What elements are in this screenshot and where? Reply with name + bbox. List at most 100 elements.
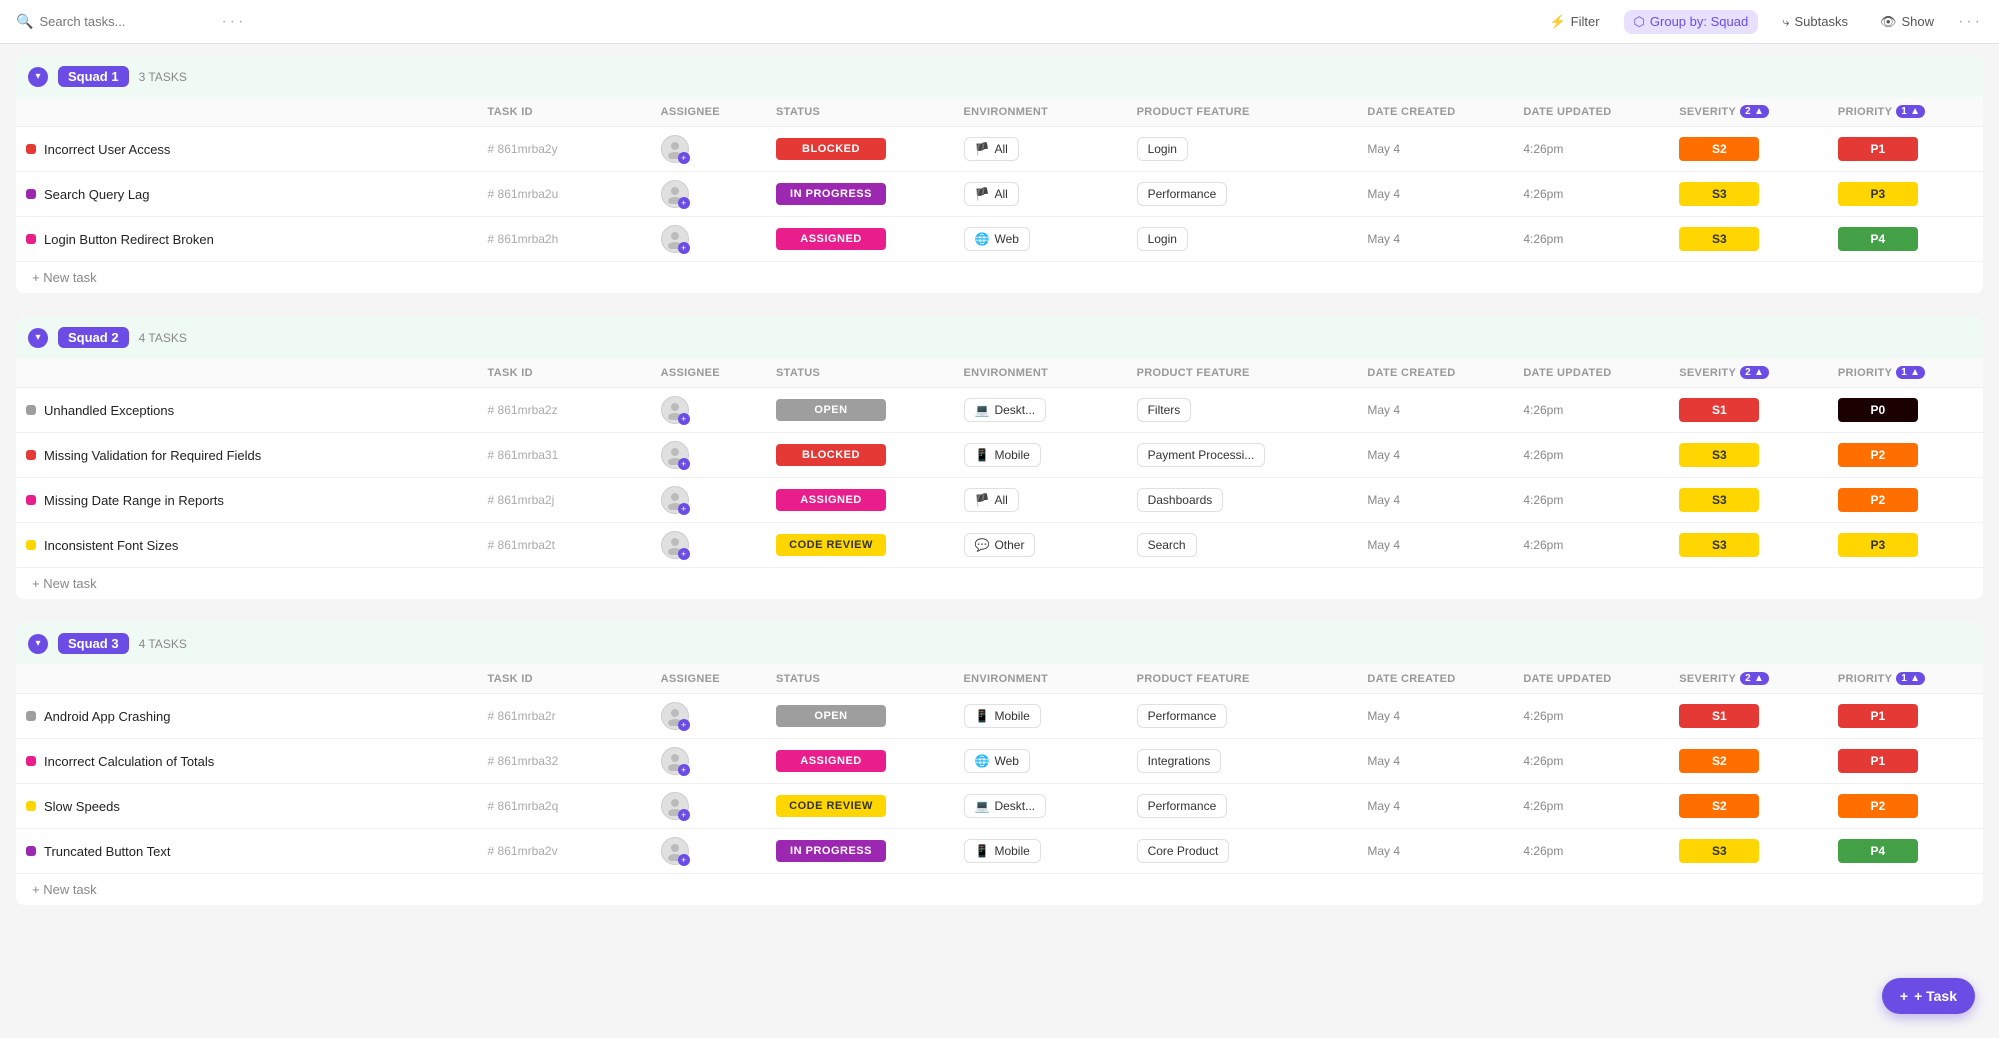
feature-badge[interactable]: Search <box>1137 533 1197 557</box>
environment-badge[interactable]: 🏴 All <box>964 488 1019 512</box>
environment-badge[interactable]: 🏴 All <box>964 182 1019 206</box>
col-header-date-created: DATE CREATED <box>1357 97 1513 127</box>
assignee-add-icon[interactable]: + <box>678 764 690 776</box>
env-icon: 💻 <box>975 799 990 813</box>
environment-cell: 🏴 All <box>954 127 1127 172</box>
assignee-add-icon[interactable]: + <box>678 242 690 254</box>
show-label: Show <box>1901 14 1934 29</box>
task-name-cell: Missing Date Range in Reports <box>16 478 478 523</box>
assignee-add-icon[interactable]: + <box>678 719 690 731</box>
environment-cell: 💻 Deskt... <box>954 388 1127 433</box>
filter-button[interactable]: ⚡ Filter <box>1541 10 1607 34</box>
show-button[interactable]: 👁 Show <box>1872 10 1942 34</box>
assignee-add-icon[interactable]: + <box>678 854 690 866</box>
assignee-add-icon[interactable]: + <box>678 548 690 560</box>
assignee-add-icon[interactable]: + <box>678 413 690 425</box>
task-name-cell: Incorrect Calculation of Totals <box>16 739 478 784</box>
avatar: + <box>661 486 689 514</box>
env-label: Deskt... <box>994 403 1035 417</box>
task-name-cell: Inconsistent Font Sizes <box>16 523 478 568</box>
environment-badge[interactable]: 🌐 Web <box>964 227 1030 251</box>
task-name-cell: Search Query Lag <box>16 172 478 217</box>
search-icon: 🔍 <box>16 13 33 30</box>
col-header-product-feature: PRODUCT FEATURE <box>1127 97 1358 127</box>
environment-badge[interactable]: 📱 Mobile <box>964 704 1041 728</box>
environment-cell: 📱 Mobile <box>954 433 1127 478</box>
search-input[interactable] <box>39 14 215 29</box>
env-label: Mobile <box>994 448 1029 462</box>
env-icon: 💻 <box>975 403 990 417</box>
feature-badge[interactable]: Performance <box>1137 704 1228 728</box>
squad-collapse-3[interactable]: ▾ <box>28 634 48 654</box>
date-created-cell: May 4 <box>1357 829 1513 874</box>
feature-badge[interactable]: Payment Processi... <box>1137 443 1266 467</box>
assignee-cell: + <box>651 784 766 829</box>
task-name-text: Missing Validation for Required Fields <box>44 448 261 463</box>
environment-cell: 💻 Deskt... <box>954 784 1127 829</box>
environment-badge[interactable]: 🏴 All <box>964 137 1019 161</box>
priority-badge: P3 <box>1838 182 1918 206</box>
priority-cell: P4 <box>1828 829 1983 874</box>
assignee-add-icon[interactable]: + <box>678 197 690 209</box>
avatar: + <box>661 837 689 865</box>
col-header-priority: PRIORITY 1 ▲ <box>1828 664 1983 694</box>
feature-badge[interactable]: Performance <box>1137 182 1228 206</box>
new-task-button[interactable]: + New task <box>16 568 1983 599</box>
environment-cell: 💬 Other <box>954 523 1127 568</box>
filter-icon: ⚡ <box>1549 14 1565 30</box>
environment-badge[interactable]: 📱 Mobile <box>964 839 1041 863</box>
task-id-cell: # 861mrba31 <box>478 433 651 478</box>
assignee-add-icon[interactable]: + <box>678 503 690 515</box>
environment-badge[interactable]: 🌐 Web <box>964 749 1030 773</box>
feature-cell: Dashboards <box>1127 478 1358 523</box>
col-header-priority: PRIORITY 1 ▲ <box>1828 358 1983 388</box>
new-task-button[interactable]: + New task <box>16 262 1983 293</box>
feature-badge[interactable]: Core Product <box>1137 839 1230 863</box>
priority-badge: P4 <box>1838 227 1918 251</box>
priority-badge: P3 <box>1838 533 1918 557</box>
group-by-button[interactable]: ⬡ Group by: Squad <box>1624 10 1759 34</box>
priority-badge: P4 <box>1838 839 1918 863</box>
feature-cell: Payment Processi... <box>1127 433 1358 478</box>
table-row: Android App Crashing # 861mrba2r + OPEN <box>16 694 1983 739</box>
assignee-cell: + <box>651 433 766 478</box>
assignee-cell: + <box>651 217 766 262</box>
more-options-icon[interactable]: ··· <box>221 13 246 31</box>
feature-badge[interactable]: Login <box>1137 137 1188 161</box>
environment-badge[interactable]: 💻 Deskt... <box>964 398 1047 422</box>
assignee-add-icon[interactable]: + <box>678 458 690 470</box>
status-cell: IN PROGRESS <box>766 829 954 874</box>
col-header-task-id: TASK ID <box>478 664 651 694</box>
priority-cell: P2 <box>1828 478 1983 523</box>
environment-badge[interactable]: 💬 Other <box>964 533 1036 557</box>
new-task-button[interactable]: + New task <box>16 874 1983 905</box>
assignee-add-icon[interactable]: + <box>678 809 690 821</box>
squad-collapse-1[interactable]: ▾ <box>28 67 48 87</box>
col-header-status: STATUS <box>766 358 954 388</box>
environment-badge[interactable]: 💻 Deskt... <box>964 794 1047 818</box>
severity-cell: S2 <box>1669 784 1828 829</box>
top-bar-more-icon[interactable]: ··· <box>1958 13 1983 31</box>
main-content: ▾ Squad 1 3 TASKS TASK ID ASSIGNEE STATU… <box>0 44 1999 1038</box>
feature-badge[interactable]: Filters <box>1137 398 1192 422</box>
squad-collapse-2[interactable]: ▾ <box>28 328 48 348</box>
feature-badge[interactable]: Dashboards <box>1137 488 1224 512</box>
severity-badge: S3 <box>1679 182 1759 206</box>
subtasks-button[interactable]: ⤷ Subtasks <box>1774 10 1856 34</box>
squad-header-3: ▾ Squad 3 4 TASKS <box>16 623 1983 664</box>
task-name-text: Unhandled Exceptions <box>44 403 174 418</box>
feature-badge[interactable]: Performance <box>1137 794 1228 818</box>
priority-cell: P1 <box>1828 694 1983 739</box>
environment-badge[interactable]: 📱 Mobile <box>964 443 1041 467</box>
table-row: Login Button Redirect Broken # 861mrba2h… <box>16 217 1983 262</box>
task-name-text: Login Button Redirect Broken <box>44 232 214 247</box>
priority-badge: P1 <box>1838 749 1918 773</box>
task-id-cell: # 861mrba2y <box>478 127 651 172</box>
feature-badge[interactable]: Login <box>1137 227 1188 251</box>
table-row: Incorrect Calculation of Totals # 861mrb… <box>16 739 1983 784</box>
feature-badge[interactable]: Integrations <box>1137 749 1222 773</box>
add-task-button[interactable]: + + Task <box>1882 978 1975 1014</box>
task-name-text: Slow Speeds <box>44 799 120 814</box>
assignee-add-icon[interactable]: + <box>678 152 690 164</box>
date-updated-cell: 4:26pm <box>1513 784 1669 829</box>
